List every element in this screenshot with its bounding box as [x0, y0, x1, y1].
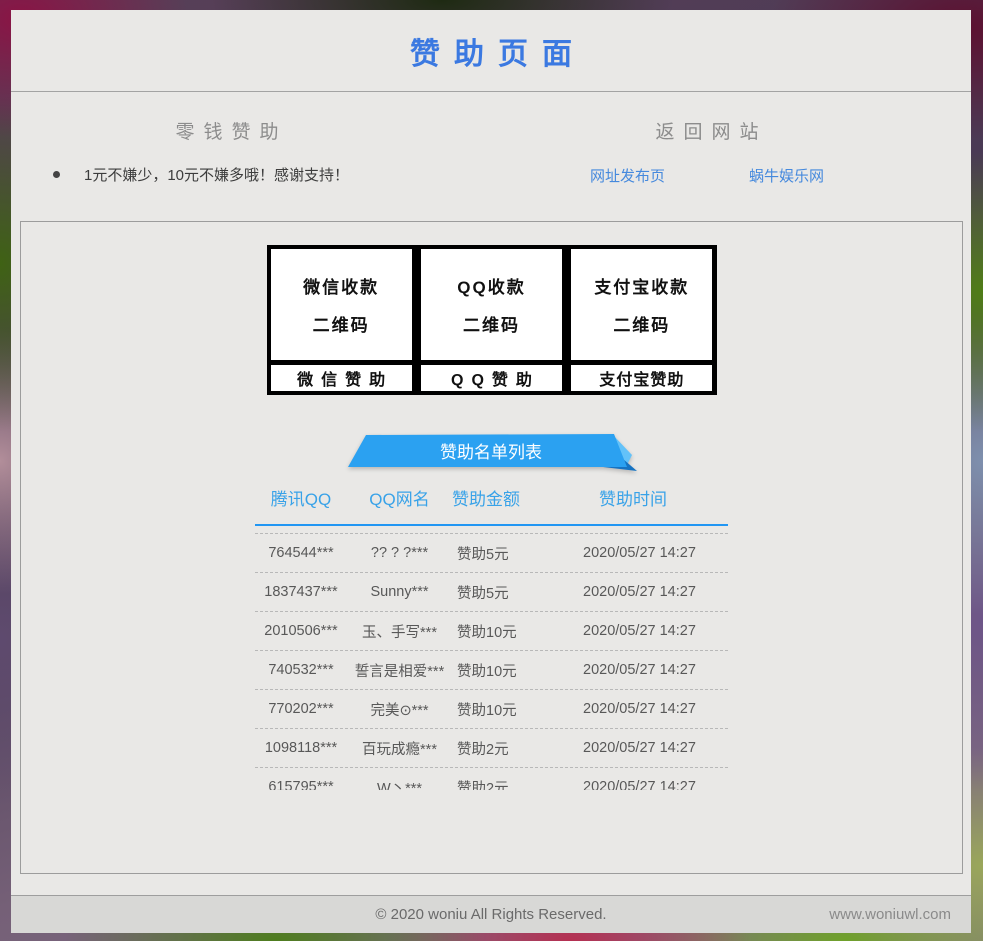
cell-nickname: W丶***: [347, 777, 452, 791]
sponsor-table: 腾讯QQ QQ网名 赞助金额 赞助时间 764544*** ?? ? ?*** …: [255, 485, 728, 790]
cell-nickname: 百玩成瘾***: [347, 738, 452, 759]
ribbon-icon: 赞助名单列表: [341, 431, 643, 475]
table-row: 1837437*** Sunny*** 赞助5元 2020/05/27 14:2…: [255, 573, 728, 612]
sponsor-note-list: 1元不嫌少，10元不嫌多哦！感谢支持！: [11, 164, 443, 185]
cell-amount: 赞助10元: [452, 621, 583, 642]
cell-qq: 1837437***: [255, 584, 347, 600]
alipay-qr-label: 支付宝赞助: [571, 365, 712, 391]
cell-amount: 赞助2元: [452, 738, 583, 759]
cell-amount: 赞助5元: [452, 582, 583, 603]
col-header-nickname: QQ网名: [347, 485, 452, 510]
col-header-time: 赞助时间: [583, 485, 728, 510]
cell-amount: 赞助5元: [452, 543, 583, 564]
wechat-qr-label: 微信赞助: [271, 365, 412, 391]
cell-nickname: ?? ? ?***: [347, 545, 452, 561]
table-row: 615795*** W丶*** 赞助2元 2020/05/27 14:27: [255, 768, 728, 790]
qr-text-line: 二维码: [313, 311, 370, 336]
site-links-row: 网址发布页 蜗牛娱乐网: [443, 165, 971, 186]
cell-time: 2020/05/27 14:27: [583, 779, 728, 790]
cell-qq: 770202***: [255, 701, 347, 717]
link-url-release-page[interactable]: 网址发布页: [590, 165, 665, 186]
cell-nickname: Sunny***: [347, 584, 452, 600]
footer-site-url: www.woniuwl.com: [829, 906, 951, 923]
list-item: 1元不嫌少，10元不嫌多哦！感谢支持！: [11, 164, 443, 185]
copyright-text: © 2020 woniu All Rights Reserved.: [375, 906, 606, 923]
cell-nickname: 玉、手写***: [347, 621, 452, 642]
qr-text-line: 二维码: [613, 311, 670, 336]
sponsor-heading: 零钱赞助: [11, 117, 443, 144]
cell-time: 2020/05/27 14:27: [583, 740, 728, 756]
cell-time: 2020/05/27 14:27: [583, 623, 728, 639]
page-panel: 赞助页面 零钱赞助 1元不嫌少，10元不嫌多哦！感谢支持！ 返回网站 网址发布页…: [11, 10, 971, 933]
cell-amount: 赞助10元: [452, 699, 583, 720]
qr-text-line: QQ收款: [457, 273, 525, 298]
cell-nickname: 誓言是相爱***: [347, 660, 452, 681]
sponsor-note-text: 1元不嫌少，10元不嫌多哦！感谢支持！: [84, 164, 349, 185]
qq-qr-placeholder: QQ收款 二维码: [421, 249, 562, 360]
bullet-icon: [53, 171, 60, 178]
qr-panel-qq: QQ收款 二维码 QQ赞助: [421, 249, 562, 391]
cell-qq: 1098118***: [255, 740, 347, 756]
table-row: 1098118*** 百玩成瘾*** 赞助2元 2020/05/27 14:27: [255, 729, 728, 768]
table-header-row: 腾讯QQ QQ网名 赞助金额 赞助时间: [255, 485, 728, 526]
spacer: [11, 874, 971, 895]
info-section: 零钱赞助 1元不嫌少，10元不嫌多哦！感谢支持！ 返回网站 网址发布页 蜗牛娱乐…: [11, 92, 971, 221]
table-row: 764544*** ?? ? ?*** 赞助5元 2020/05/27 14:2…: [255, 534, 728, 573]
cell-amount: 赞助2元: [452, 777, 583, 791]
qr-panel-wechat: 微信收款 二维码 微信赞助: [271, 249, 412, 391]
table-body[interactable]: 764544*** ?? ? ?*** 赞助5元 2020/05/27 14:2…: [255, 533, 728, 790]
table-row: 2010506*** 玉、手写*** 赞助10元 2020/05/27 14:2…: [255, 612, 728, 651]
cell-qq: 764544***: [255, 545, 347, 561]
cell-time: 2020/05/27 14:27: [583, 701, 728, 717]
page-title: 赞助页面: [396, 29, 586, 73]
col-header-qq: 腾讯QQ: [255, 485, 347, 510]
cell-qq: 2010506***: [255, 623, 347, 639]
sponsor-info-column: 零钱赞助 1元不嫌少，10元不嫌多哦！感谢支持！: [11, 92, 443, 221]
cell-qq: 615795***: [255, 779, 347, 790]
ribbon-title: 赞助名单列表: [440, 443, 542, 462]
header: 赞助页面: [11, 10, 971, 92]
cell-qq: 740532***: [255, 662, 347, 678]
cell-time: 2020/05/27 14:27: [583, 584, 728, 600]
qr-text-line: 支付宝收款: [594, 273, 689, 298]
col-header-amount: 赞助金额: [452, 485, 583, 510]
qr-text-line: 微信收款: [303, 273, 379, 298]
qq-qr-label: QQ赞助: [421, 365, 562, 391]
qr-codes-image: 微信收款 二维码 微信赞助 QQ收款 二维码 QQ赞助 支付宝收款 二维码 支付…: [267, 245, 717, 395]
return-heading: 返回网站: [443, 117, 971, 144]
table-row: 770202*** 完美⊙*** 赞助10元 2020/05/27 14:27: [255, 690, 728, 729]
cell-amount: 赞助10元: [452, 660, 583, 681]
return-site-column: 返回网站 网址发布页 蜗牛娱乐网: [443, 92, 971, 221]
sponsor-list-banner: 赞助名单列表: [341, 431, 643, 475]
alipay-qr-placeholder: 支付宝收款 二维码: [571, 249, 712, 360]
footer: © 2020 woniu All Rights Reserved. www.wo…: [11, 895, 971, 933]
link-woniu-site[interactable]: 蜗牛娱乐网: [749, 165, 824, 186]
qr-text-line: 二维码: [463, 311, 520, 336]
table-row: 740532*** 誓言是相爱*** 赞助10元 2020/05/27 14:2…: [255, 651, 728, 690]
cell-nickname: 完美⊙***: [347, 699, 452, 720]
cell-time: 2020/05/27 14:27: [583, 662, 728, 678]
wechat-qr-placeholder: 微信收款 二维码: [271, 249, 412, 360]
qr-panel-alipay: 支付宝收款 二维码 支付宝赞助: [571, 249, 712, 391]
main-content-box: 微信收款 二维码 微信赞助 QQ收款 二维码 QQ赞助 支付宝收款 二维码 支付…: [20, 221, 963, 874]
cell-time: 2020/05/27 14:27: [583, 545, 728, 561]
